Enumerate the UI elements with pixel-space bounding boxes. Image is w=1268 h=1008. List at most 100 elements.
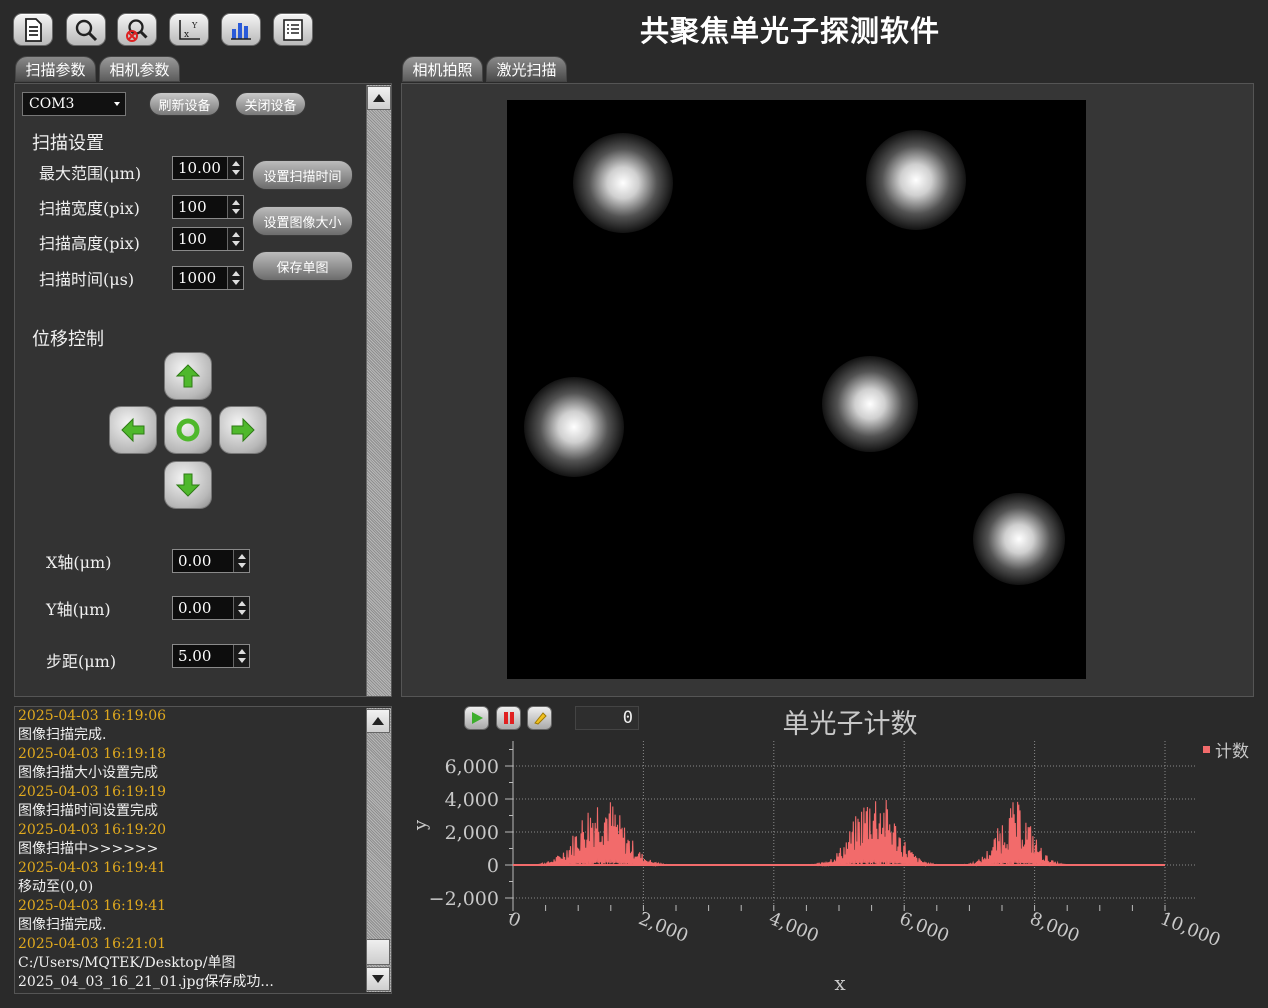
- play-icon: [471, 712, 483, 724]
- spin-arrows-icon[interactable]: [233, 597, 249, 619]
- max-range-label: 最大范围(μm): [39, 164, 142, 183]
- new-document-button[interactable]: [13, 13, 53, 46]
- axis-button[interactable]: xY: [169, 13, 209, 46]
- x-tick-label: 2,000: [636, 908, 692, 947]
- arrow-up-icon: [175, 364, 201, 388]
- save-image-button[interactable]: 保存单图: [252, 251, 353, 281]
- y-tick-label: 4,000: [445, 789, 499, 811]
- scan-width-spinbox[interactable]: 100: [172, 195, 244, 219]
- tab-laser-scan[interactable]: 激光扫描: [486, 56, 567, 82]
- spin-arrows-icon[interactable]: [227, 267, 243, 289]
- spin-arrows-icon[interactable]: [233, 550, 249, 572]
- move-down-button[interactable]: [164, 461, 212, 509]
- log-scroll-up-button[interactable]: [366, 709, 390, 733]
- log-message: 图像扫描时间设置完成: [18, 803, 158, 819]
- document-icon: [25, 17, 42, 42]
- scan-time-label: 扫描时间(μs): [39, 270, 135, 289]
- pause-button[interactable]: [496, 706, 521, 730]
- svg-text:x: x: [184, 30, 189, 40]
- log-scroll-thumb[interactable]: [366, 939, 390, 965]
- scan-settings-title: 扫描设置: [32, 133, 104, 154]
- log-timestamp: 2025-04-03 16:19:20: [18, 822, 167, 838]
- close-device-button[interactable]: 关闭设备: [235, 92, 306, 116]
- spin-arrows-icon[interactable]: [227, 157, 243, 179]
- search-remove-icon: [126, 18, 148, 42]
- x-tick-label: 4,000: [766, 908, 822, 947]
- legend-label: 计数: [1215, 742, 1249, 762]
- y-tick-label: 2,000: [445, 822, 499, 844]
- scan-image: [507, 100, 1086, 679]
- set-scan-time-button[interactable]: 设置扫描时间: [252, 160, 353, 190]
- arrow-down-icon: [175, 473, 201, 497]
- move-home-button[interactable]: [164, 406, 212, 454]
- photon-spot: [866, 130, 966, 230]
- x-axis-label: X轴(μm): [46, 553, 112, 572]
- chevron-down-icon: [114, 102, 120, 106]
- scan-height-spinbox[interactable]: 100: [172, 227, 244, 251]
- list-button[interactable]: [273, 13, 313, 46]
- count-display: 0: [575, 706, 639, 730]
- log-timestamp: 2025-04-03 16:19:19: [18, 784, 167, 800]
- scan-width-label: 扫描宽度(pix): [39, 199, 140, 218]
- settings-scrollbar[interactable]: [366, 85, 391, 696]
- y-axis-label: Y轴(μm): [46, 600, 111, 619]
- scan-time-spinbox[interactable]: 1000: [172, 266, 244, 290]
- log-message: 移动至(0,0): [18, 879, 94, 895]
- photon-spot: [524, 377, 624, 477]
- photon-spot: [973, 493, 1065, 585]
- log-message: 图像扫描完成.: [18, 917, 107, 933]
- set-image-size-button[interactable]: 设置图像大小: [252, 206, 353, 236]
- refresh-device-button[interactable]: 刷新设备: [149, 92, 220, 116]
- x-tick-label: 6,000: [896, 908, 952, 947]
- settings-scroll-up-button[interactable]: [367, 86, 391, 110]
- x-tick-label: 10,000: [1157, 908, 1223, 951]
- x-tick-label: 8,000: [1027, 908, 1083, 947]
- clear-button[interactable]: [527, 706, 552, 730]
- scan-height-label: 扫描高度(pix): [39, 234, 140, 253]
- log-message: 图像扫描中>>>>>>: [18, 841, 159, 857]
- y-tick-label: 0: [487, 855, 499, 877]
- zoom-reset-button[interactable]: [117, 13, 157, 46]
- step-label: 步距(μm): [46, 652, 117, 671]
- port-select[interactable]: COM3: [22, 92, 126, 116]
- tab-scan-params[interactable]: 扫描参数: [15, 56, 96, 82]
- log-message: 2025_04_03_16_21_01.jpg保存成功...: [18, 974, 274, 990]
- log-timestamp: 2025-04-03 16:19:41: [18, 898, 167, 914]
- triangle-up-icon: [373, 94, 385, 102]
- bar-chart-button[interactable]: [221, 13, 261, 46]
- log-scroll-down-button[interactable]: [366, 967, 390, 991]
- y-axis-label: y: [410, 819, 431, 831]
- app-title: 共聚焦单光子探测软件: [639, 14, 940, 48]
- max-range-spinbox[interactable]: 10.00: [172, 156, 244, 180]
- move-up-button[interactable]: [164, 352, 212, 400]
- move-left-button[interactable]: [109, 406, 157, 454]
- spin-arrows-icon[interactable]: [227, 228, 243, 250]
- move-right-button[interactable]: [219, 406, 267, 454]
- step-spinbox[interactable]: 5.00: [172, 644, 250, 668]
- play-button[interactable]: [464, 706, 489, 730]
- log-message: 图像扫描完成.: [18, 727, 107, 743]
- tab-camera-params[interactable]: 相机参数: [99, 56, 180, 82]
- tab-camera-capture[interactable]: 相机拍照: [402, 56, 483, 82]
- log-timestamp: 2025-04-03 16:21:01: [18, 936, 167, 952]
- triangle-down-icon: [372, 975, 384, 983]
- zoom-button[interactable]: [66, 13, 106, 46]
- search-icon: [75, 19, 98, 41]
- photon-count-chart: 0 2,000 4,000 6,000 8,000 10,000 −2,000 0 2,000 4…: [410, 741, 1249, 995]
- y-axis-value: 0.00: [178, 599, 212, 617]
- x-axis-value: 0.00: [178, 552, 212, 570]
- scan-width-value: 100: [178, 198, 207, 216]
- y-axis-spinbox[interactable]: 0.00: [172, 596, 250, 620]
- port-select-value: COM3: [29, 96, 75, 112]
- photon-spot: [573, 133, 673, 233]
- x-tick-label: 0: [505, 908, 523, 932]
- log-timestamp: 2025-04-03 16:19:41: [18, 860, 167, 876]
- spin-arrows-icon[interactable]: [227, 196, 243, 218]
- count-series-line: [513, 799, 1165, 868]
- spin-arrows-icon[interactable]: [233, 645, 249, 667]
- home-circle-icon: [176, 418, 200, 442]
- axis-icon: xY: [179, 19, 200, 40]
- arrow-right-icon: [231, 417, 255, 443]
- log-timestamp: 2025-04-03 16:19:06: [18, 708, 167, 724]
- x-axis-spinbox[interactable]: 0.00: [172, 549, 250, 573]
